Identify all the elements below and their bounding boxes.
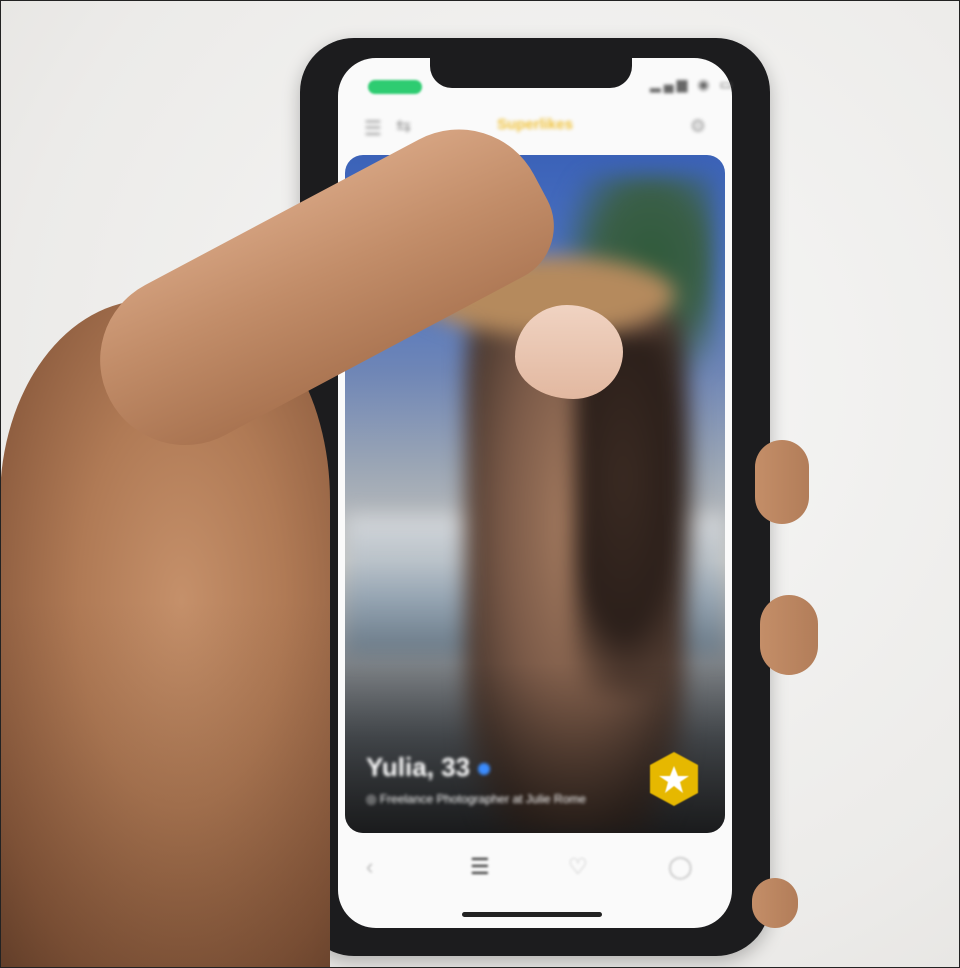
back-arrow-icon[interactable]: ‹ [366, 854, 373, 880]
phone-notch [430, 52, 632, 88]
verified-icon [478, 763, 491, 776]
status-icons: ▂▄▆ ◉ ▭ [650, 76, 736, 92]
finger [760, 595, 818, 675]
finger [752, 878, 798, 928]
likes-icon[interactable]: ♡ [568, 854, 588, 880]
tab-bar: ‹ ☰ ♡ ◯ [338, 840, 732, 900]
superlike-button[interactable] [645, 750, 703, 808]
app-title: Superlikes [497, 116, 573, 133]
profile-name-age: Yulia, 33 [366, 752, 471, 782]
profile-name: Yulia, 33 [366, 752, 491, 783]
job-icon: ◎ [366, 792, 380, 806]
status-indicator [368, 80, 422, 94]
finger [755, 440, 809, 524]
filter-icon[interactable]: ⇆ [396, 116, 411, 137]
home-indicator [462, 912, 602, 917]
app-header: ☰ ⇆ Superlikes ⚙ [338, 104, 732, 148]
discover-icon[interactable]: ☰ [470, 854, 490, 880]
thumbnail [515, 305, 623, 399]
menu-icon[interactable]: ☰ [364, 116, 382, 141]
profile-job: ◎ Freelance Photographer at Julie Rome [366, 792, 586, 806]
profile-job-text: Freelance Photographer at Julie Rome [379, 792, 586, 806]
chat-icon[interactable]: ◯ [668, 854, 693, 880]
options-icon[interactable]: ⚙ [690, 116, 706, 137]
